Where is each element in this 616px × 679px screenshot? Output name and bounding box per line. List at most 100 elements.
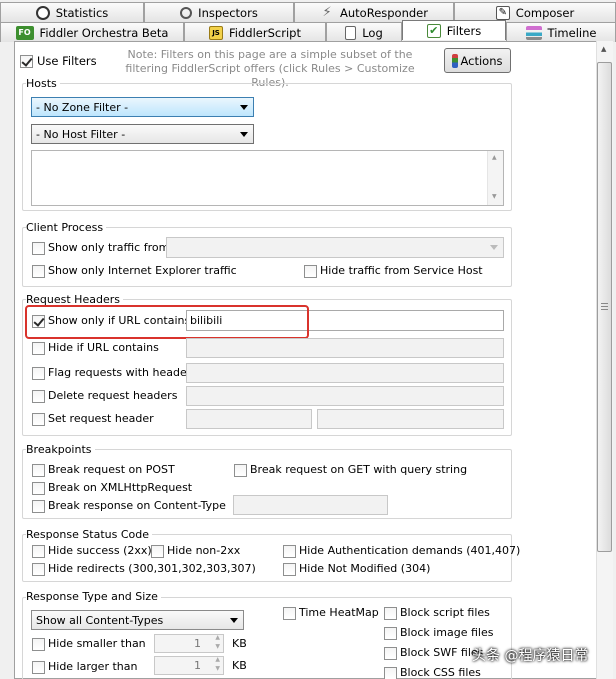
fo-icon: FO	[15, 25, 34, 40]
flag-headers-input[interactable]	[186, 363, 504, 383]
break-post-label: Break request on POST	[48, 463, 175, 476]
delete-headers-checkbox[interactable]	[32, 390, 45, 403]
hosts-title: Hosts	[26, 77, 60, 90]
stopwatch-icon	[35, 5, 50, 20]
flag-headers-label: Flag requests with headers	[48, 366, 197, 379]
actions-label: Actions	[460, 53, 503, 68]
tab-label: Composer	[515, 5, 575, 20]
highlight-box	[25, 305, 309, 339]
fiddler-filters-window: Statistics Inspectors ⚡ AutoResponder ✎ …	[0, 0, 616, 679]
delete-headers-input[interactable]	[186, 386, 504, 406]
hide-not-modified-checkbox[interactable]	[283, 563, 296, 576]
scroll-down-icon[interactable]: ▼	[492, 193, 497, 200]
hide-larger-checkbox[interactable]	[32, 661, 45, 674]
document-icon	[345, 25, 357, 40]
hide-success-checkbox[interactable]	[32, 545, 45, 558]
block-css-checkbox[interactable]	[384, 667, 397, 679]
scroll-up-icon[interactable]: ▲	[601, 45, 606, 53]
tab-label: Inspectors	[198, 5, 258, 20]
hide-auth-label: Hide Authentication demands (401,407)	[299, 544, 521, 557]
grip-icon	[601, 303, 608, 310]
tab-fiddlerscript[interactable]: JS FiddlerScript	[184, 22, 326, 42]
set-header-label: Set request header	[48, 412, 154, 425]
break-content-type-checkbox[interactable]	[32, 500, 45, 513]
tab-timeline[interactable]: Timeline	[506, 22, 616, 42]
tab-label: AutoResponder	[340, 5, 428, 20]
client-process-title: Client Process	[26, 221, 107, 234]
tab-filters[interactable]: ✔ Filters	[402, 20, 506, 40]
set-header-value-input[interactable]	[317, 409, 504, 429]
hide-smaller-checkbox[interactable]	[32, 638, 45, 651]
scrollbar-thumb[interactable]	[597, 62, 612, 552]
delete-headers-label: Delete request headers	[48, 389, 178, 402]
tab-label: Statistics	[55, 5, 109, 20]
content-type-input[interactable]	[233, 495, 388, 515]
break-post-checkbox[interactable]	[32, 464, 45, 477]
block-css-label: Block CSS files	[400, 666, 481, 679]
show-only-ie-label: Show only Internet Explorer traffic	[48, 264, 237, 277]
hide-success-label: Hide success (2xx)	[48, 544, 152, 557]
tab-label: FiddlerScript	[229, 25, 301, 40]
timeline-icon	[525, 25, 542, 40]
hide-redirects-checkbox[interactable]	[32, 563, 45, 576]
actions-button[interactable]: Actions	[444, 48, 511, 73]
larger-stepper[interactable]: 1	[154, 656, 224, 675]
hide-service-host-checkbox[interactable]	[304, 265, 317, 278]
use-filters-checkbox[interactable]	[20, 55, 33, 68]
tab-autoresponder[interactable]: ⚡ AutoResponder	[294, 2, 454, 22]
tab-fiddler-orchestra[interactable]: FO Fiddler Orchestra Beta	[0, 22, 184, 42]
content-types-select[interactable]: Show all Content-Types	[31, 610, 244, 630]
show-only-traffic-from-label: Show only traffic from	[48, 241, 170, 254]
time-heatmap-checkbox[interactable]	[283, 607, 296, 620]
hide-non2xx-checkbox[interactable]	[151, 545, 164, 558]
zone-filter-select[interactable]: - No Zone Filter -	[31, 97, 254, 117]
time-heatmap-label: Time HeatMap	[299, 606, 379, 619]
block-script-label: Block script files	[400, 606, 490, 619]
break-get-qs-checkbox[interactable]	[234, 464, 247, 477]
smaller-stepper[interactable]: 1	[154, 634, 224, 653]
hide-redirects-label: Hide redirects (300,301,302,303,307)	[48, 562, 256, 575]
magnifier-icon	[180, 6, 193, 19]
host-filter-select[interactable]: - No Host Filter -	[31, 124, 254, 144]
set-header-checkbox[interactable]	[32, 413, 45, 426]
tab-label: Log	[362, 25, 383, 40]
block-swf-checkbox[interactable]	[384, 647, 397, 660]
smaller-unit: KB	[232, 637, 247, 650]
tab-composer[interactable]: ✎ Composer	[454, 2, 616, 22]
response-status-title: Response Status Code	[26, 528, 153, 541]
scroll-up-icon[interactable]: ▲	[492, 154, 497, 161]
checkbox-icon: ✔	[426, 23, 441, 38]
hide-url-input[interactable]	[186, 338, 504, 358]
block-image-label: Block image files	[400, 626, 494, 639]
tab-statistics[interactable]: Statistics	[0, 2, 144, 22]
tab-label: Filters	[446, 23, 482, 38]
hide-non2xx-label: Hide non-2xx	[167, 544, 241, 557]
hide-smaller-label: Hide smaller than	[48, 637, 146, 650]
use-filters-label: Use Filters	[37, 54, 97, 68]
chevron-down-icon	[490, 245, 498, 250]
block-swf-label: Block SWF files	[400, 646, 484, 659]
process-select[interactable]	[166, 237, 504, 258]
break-get-qs-label: Break request on GET with query string	[250, 463, 468, 476]
show-only-ie-checkbox[interactable]	[32, 265, 45, 278]
breakpoints-title: Breakpoints	[26, 443, 95, 456]
hide-larger-label: Hide larger than	[48, 660, 138, 673]
hosts-textarea[interactable]: ▲ ▼	[31, 150, 504, 206]
response-type-title: Response Type and Size	[26, 590, 161, 603]
block-image-checkbox[interactable]	[384, 627, 397, 640]
hide-url-checkbox[interactable]	[32, 342, 45, 355]
hosts-scrollbar[interactable]: ▲ ▼	[487, 151, 503, 205]
tab-inspectors[interactable]: Inspectors	[144, 2, 294, 22]
flag-headers-checkbox[interactable]	[32, 367, 45, 380]
break-content-type-label: Break response on Content-Type	[48, 499, 226, 512]
show-only-traffic-from-checkbox[interactable]	[32, 242, 45, 255]
tab-log[interactable]: Log	[326, 22, 402, 42]
block-script-checkbox[interactable]	[384, 607, 397, 620]
hide-auth-checkbox[interactable]	[283, 545, 296, 558]
larger-unit: KB	[232, 659, 247, 672]
pencil-icon: ✎	[495, 5, 510, 20]
tab-label: Timeline	[547, 25, 597, 40]
set-header-name-input[interactable]	[186, 409, 312, 429]
hide-service-host-label: Hide traffic from Service Host	[320, 264, 483, 277]
break-xhr-checkbox[interactable]	[32, 482, 45, 495]
